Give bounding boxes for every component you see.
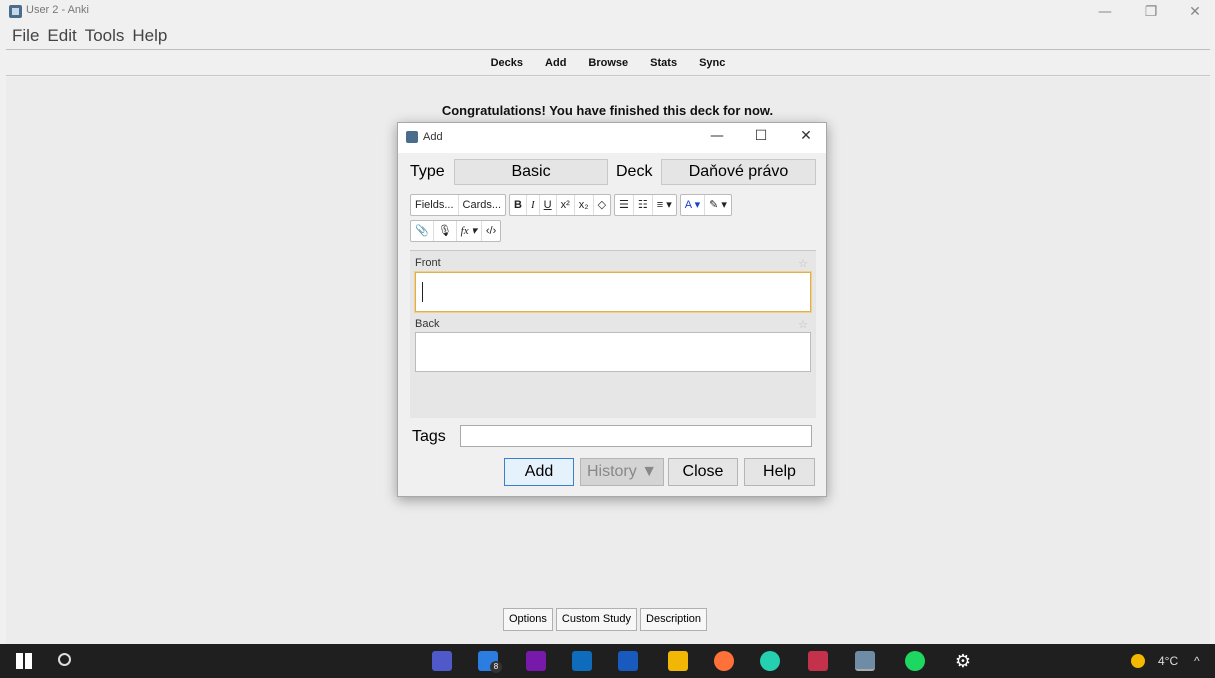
study-buttons: Options Custom Study Description xyxy=(503,608,708,631)
anki-app-icon xyxy=(9,5,22,18)
superscript-icon[interactable]: x² xyxy=(557,195,575,215)
options-button[interactable]: Options xyxy=(503,608,553,631)
settings-gear-icon[interactable]: ⚙ xyxy=(953,651,973,671)
menu-file[interactable]: File xyxy=(12,24,39,48)
menu-edit[interactable]: Edit xyxy=(47,24,76,48)
cards-button[interactable]: Cards... xyxy=(459,195,506,215)
minimize-button[interactable]: — xyxy=(1090,2,1120,22)
tags-input[interactable] xyxy=(460,425,812,447)
type-deck-row: Type Basic Deck Daňové právo xyxy=(410,159,816,185)
spotify-icon[interactable] xyxy=(905,651,925,671)
main-toolbar: Decks Add Browse Stats Sync xyxy=(6,50,1210,76)
tags-label: Tags xyxy=(412,428,446,445)
text-style-group: B I U x² x₂ ◇ xyxy=(509,194,612,216)
color-group: A ▾ ✎ ▾ xyxy=(679,194,732,216)
back-pin-icon[interactable]: ☆ xyxy=(798,318,808,331)
custom-study-button[interactable]: Custom Study xyxy=(555,608,638,631)
html-editor-icon[interactable]: ‹/› xyxy=(482,221,500,241)
formatting-toolbar-row-1: Fields... Cards... B I U x² x₂ ◇ ☰ ☷ ≡ ▾… xyxy=(410,194,732,216)
back-field-input[interactable] xyxy=(415,332,811,372)
fields-button[interactable]: Fields... xyxy=(411,195,459,215)
todo-icon[interactable]: 8 xyxy=(478,651,502,673)
front-pin-icon[interactable]: ☆ xyxy=(798,257,808,270)
menu-bar: File Edit Tools Help xyxy=(0,24,175,48)
history-button[interactable]: History ▼ xyxy=(580,458,664,486)
menu-tools[interactable]: Tools xyxy=(85,24,125,48)
description-button[interactable]: Description xyxy=(640,608,708,631)
fields-cards-group: Fields... Cards... xyxy=(410,194,507,216)
file-explorer-icon[interactable] xyxy=(668,651,688,671)
word-icon[interactable] xyxy=(618,651,638,671)
text-caret xyxy=(422,282,423,302)
maximize-button[interactable]: ❐ xyxy=(1136,2,1166,22)
dialog-maximize-button[interactable]: ☐ xyxy=(751,128,771,144)
eraser-icon[interactable]: ◇ xyxy=(594,195,610,215)
close-dialog-button[interactable]: Close xyxy=(668,458,738,486)
italic-icon[interactable]: I xyxy=(527,195,540,215)
dialog-titlebar: Add — ☐ ✕ xyxy=(398,123,826,153)
help-button[interactable]: Help xyxy=(744,458,815,486)
mindmap-app-icon[interactable] xyxy=(808,651,828,671)
weather-sun-icon[interactable] xyxy=(1131,654,1145,668)
window-title: User 2 - Anki xyxy=(26,4,89,16)
align-icon[interactable]: ≡ ▾ xyxy=(653,195,676,215)
dialog-minimize-button[interactable]: — xyxy=(707,128,727,144)
onenote-icon[interactable] xyxy=(526,651,546,671)
firefox-icon[interactable] xyxy=(714,651,734,671)
note-type-selector[interactable]: Basic xyxy=(454,159,608,185)
windows-taskbar: 8 ⚙ 4°C ^ xyxy=(0,644,1215,678)
dialog-close-button[interactable]: ✕ xyxy=(796,128,816,144)
note-editor: Front ☆ Back ☆ xyxy=(410,250,816,418)
menu-help[interactable]: Help xyxy=(132,24,167,48)
anki-dialog-icon xyxy=(406,131,418,143)
paperclip-icon[interactable]: 📎 xyxy=(411,221,434,241)
toolbar-browse[interactable]: Browse xyxy=(588,57,628,69)
weather-temperature[interactable]: 4°C xyxy=(1158,654,1178,668)
tray-chevron-icon[interactable]: ^ xyxy=(1194,654,1200,668)
type-label: Type xyxy=(410,163,445,180)
window-titlebar: User 2 - Anki — ❐ ✕ xyxy=(0,0,1215,24)
chat-app-icon[interactable] xyxy=(760,651,780,671)
bold-icon[interactable]: B xyxy=(510,195,527,215)
subscript-icon[interactable]: x₂ xyxy=(575,195,594,215)
anki-taskbar-icon[interactable] xyxy=(855,651,875,671)
bullet-list-icon[interactable]: ☰ xyxy=(615,195,634,215)
toolbar-add[interactable]: Add xyxy=(545,57,566,69)
toolbar-stats[interactable]: Stats xyxy=(650,57,677,69)
teams-icon[interactable] xyxy=(432,651,452,671)
media-group: 📎 🎙 fx ▾ ‹/› xyxy=(410,220,502,242)
toolbar-decks[interactable]: Decks xyxy=(491,57,523,69)
numbered-list-icon[interactable]: ☷ xyxy=(634,195,653,215)
deck-label: Deck xyxy=(616,163,653,180)
search-icon[interactable] xyxy=(58,653,71,666)
outlook-icon[interactable] xyxy=(572,651,592,671)
math-icon[interactable]: fx ▾ xyxy=(457,221,482,241)
windows-start-icon[interactable] xyxy=(16,653,32,669)
close-button[interactable]: ✕ xyxy=(1180,2,1210,22)
toolbar-sync[interactable]: Sync xyxy=(699,57,725,69)
front-field-label: Front xyxy=(415,257,441,269)
notification-badge: 8 xyxy=(490,661,502,673)
underline-icon[interactable]: U xyxy=(540,195,557,215)
add-button[interactable]: Add xyxy=(504,458,574,486)
front-field-input[interactable] xyxy=(415,272,811,312)
dialog-title: Add xyxy=(423,131,443,143)
back-field-label: Back xyxy=(415,318,440,330)
text-color-icon[interactable]: A ▾ xyxy=(681,195,706,215)
microphone-icon[interactable]: 🎙 xyxy=(434,221,457,241)
highlight-icon[interactable]: ✎ ▾ xyxy=(705,195,731,215)
deck-selector[interactable]: Daňové právo xyxy=(661,159,816,185)
list-group: ☰ ☷ ≡ ▾ xyxy=(614,194,677,216)
add-dialog: Add — ☐ ✕ Type Basic Deck Daňové právo F… xyxy=(397,122,827,497)
formatting-toolbar-row-2: 📎 🎙 fx ▾ ‹/› xyxy=(410,220,502,242)
congrats-message: Congratulations! You have finished this … xyxy=(441,103,774,118)
